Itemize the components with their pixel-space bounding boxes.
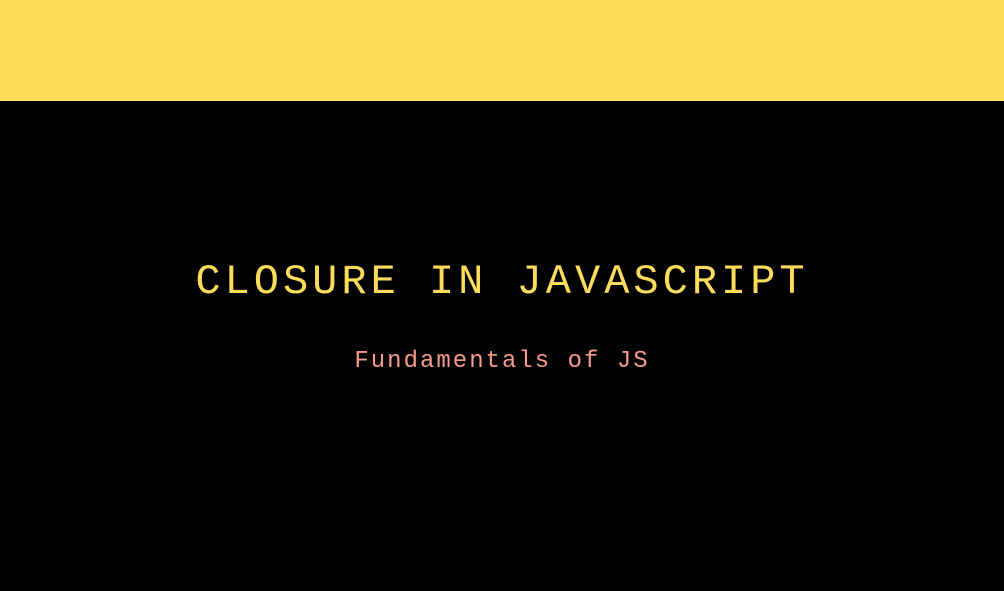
content-area: CLOSURE IN JAVASCRIPT Fundamentals of JS bbox=[0, 101, 1004, 591]
top-banner bbox=[0, 0, 1004, 101]
page-title: CLOSURE IN JAVASCRIPT bbox=[195, 258, 808, 306]
page-subtitle: Fundamentals of JS bbox=[354, 348, 649, 375]
